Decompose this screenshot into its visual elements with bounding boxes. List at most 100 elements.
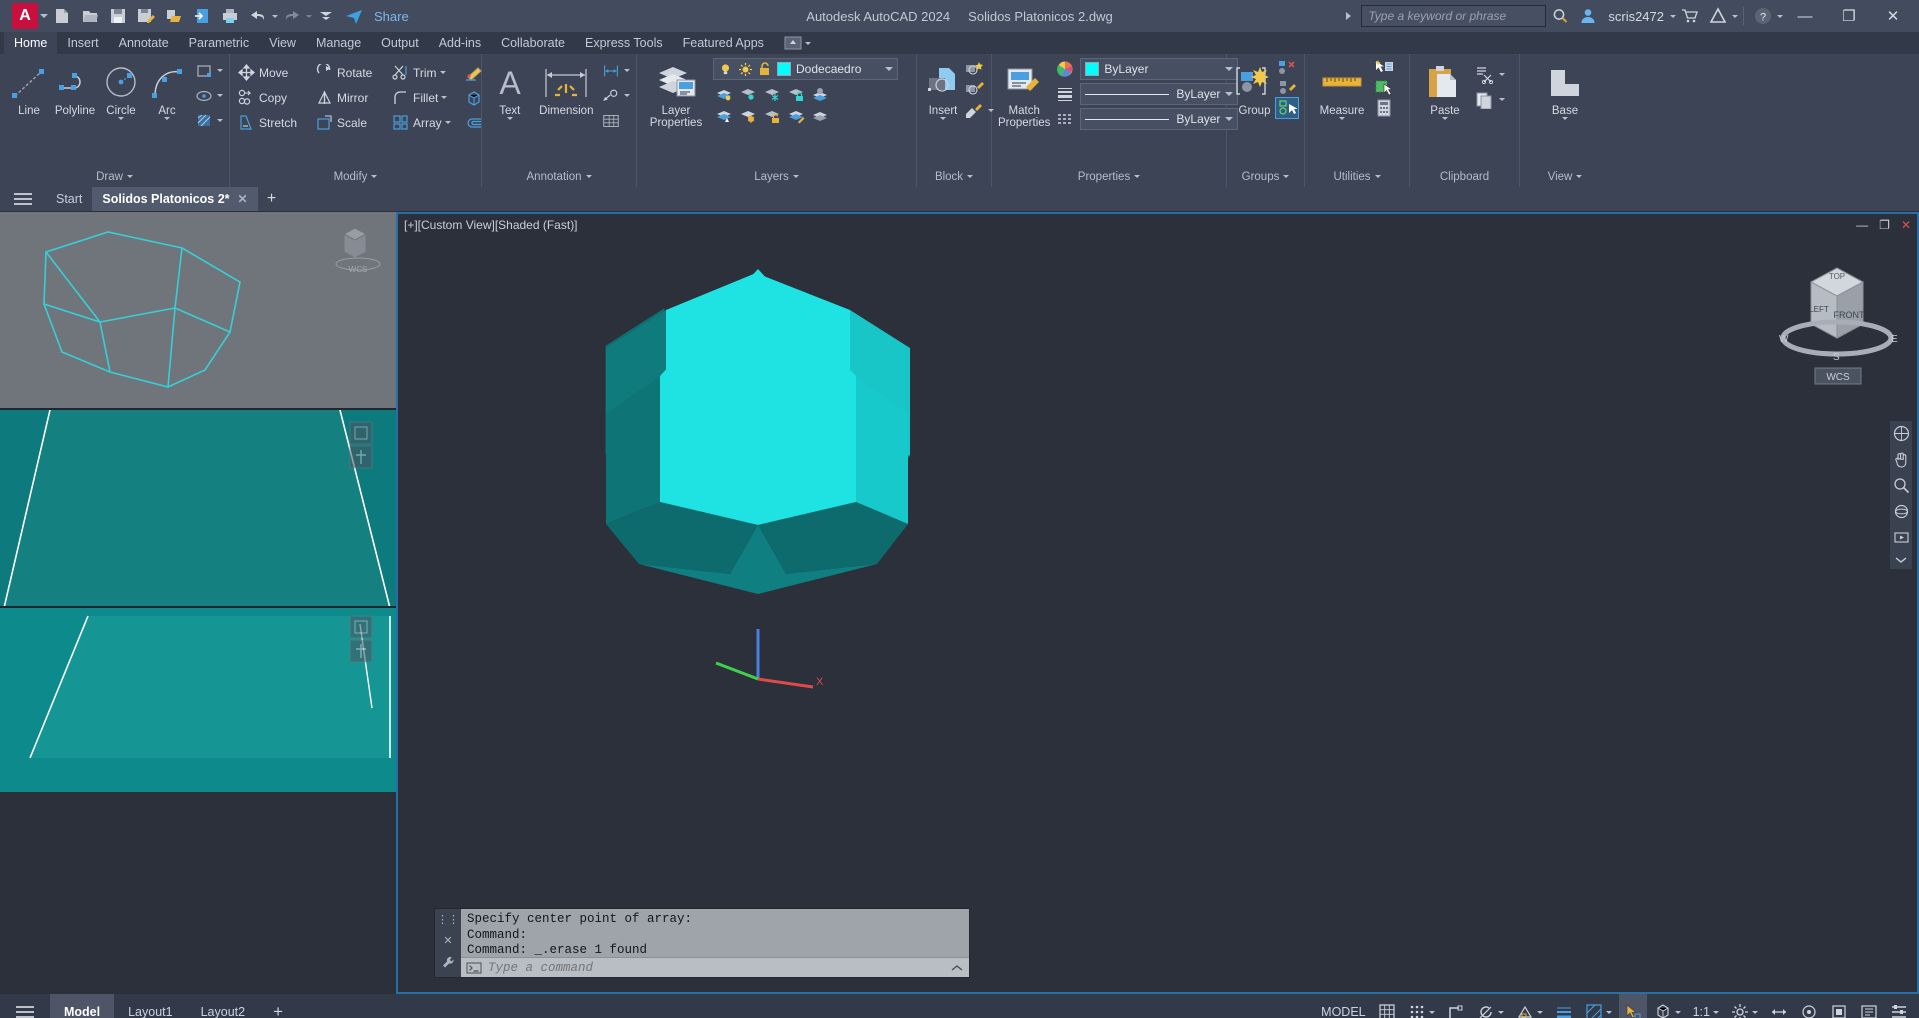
linetype-combo[interactable]: ByLayer	[1080, 108, 1239, 130]
insert-chevron-down-icon[interactable]	[940, 117, 946, 120]
linetype-icon[interactable]	[1054, 109, 1076, 129]
panel-label-properties[interactable]: Properties	[992, 166, 1226, 187]
text-chevron-down-icon[interactable]	[506, 117, 513, 120]
modify-scale-button[interactable]: Scale	[314, 110, 390, 135]
customize-qat-icon[interactable]	[313, 3, 339, 29]
draw-rectangle-button[interactable]	[194, 58, 223, 83]
arc-chevron-down-icon[interactable]	[164, 117, 170, 120]
full-navigation-wheel-icon[interactable]	[1893, 425, 1910, 442]
modify-copy-button[interactable]: Copy	[236, 85, 314, 110]
workspace-switching-icon[interactable]	[1726, 994, 1763, 1018]
paste-chevron-down-icon[interactable]	[1442, 117, 1448, 120]
modify-stretch-button[interactable]: Stretch	[236, 110, 314, 135]
cut-button[interactable]	[1474, 62, 1505, 87]
command-line[interactable]: ⋮⋮ ✕ Specify center point of array: Comm…	[434, 908, 970, 978]
redo-chevron-down-icon[interactable]	[306, 14, 312, 18]
layer-match-icon[interactable]	[785, 106, 807, 126]
viewport-face-closeup[interactable]	[0, 410, 396, 608]
application-menu-button[interactable]	[0, 187, 46, 211]
layer-chevron-down-icon[interactable]	[885, 67, 893, 71]
snap-mode-icon[interactable]	[1403, 994, 1440, 1018]
navbar-chevron-down-icon[interactable]	[1894, 555, 1908, 565]
infocenter-chevron-right-icon[interactable]	[1346, 12, 1355, 20]
layout2-tab[interactable]: Layout2	[187, 994, 259, 1018]
utilities-panel-chevron-down-icon[interactable]	[1374, 175, 1381, 178]
measure-button[interactable]: Measure	[1311, 58, 1373, 120]
polar-chevron-down-icon[interactable]	[1497, 1010, 1504, 1014]
chevron-up-icon[interactable]	[950, 963, 964, 973]
open-from-web-icon[interactable]	[161, 3, 187, 29]
cut-icon[interactable]	[1474, 65, 1496, 85]
main-viewport[interactable]: [+][Custom View][Shaded (Fast)] — ❐ ✕ X …	[396, 212, 1919, 994]
share-label[interactable]: Share	[374, 9, 409, 24]
layer-color-swatch[interactable]	[777, 62, 791, 76]
ribbon-tab-addins[interactable]: Add-ins	[429, 32, 491, 54]
annotation-text-button[interactable]: A Text	[488, 58, 532, 120]
autodesk-app-icon[interactable]	[1705, 3, 1731, 29]
undo-icon[interactable]	[245, 3, 271, 29]
hatch-chevron-down-icon[interactable]	[217, 119, 223, 122]
snap-chevron-down-icon[interactable]	[1428, 1010, 1435, 1014]
quick-select-icon[interactable]	[1373, 58, 1395, 78]
panel-label-modify[interactable]: Modify	[230, 166, 481, 187]
create-block-icon[interactable]	[963, 58, 985, 78]
ortho-mode-icon[interactable]	[1442, 994, 1470, 1018]
modify-mirror-button[interactable]: Mirror	[314, 85, 390, 110]
isolate-objects-icon[interactable]	[1795, 994, 1823, 1018]
ribbon-tab-parametric[interactable]: Parametric	[179, 32, 259, 54]
annotation-leader-button[interactable]	[601, 83, 630, 108]
leader-chevron-down-icon[interactable]	[624, 94, 630, 97]
layer-properties-button[interactable]: Layer Properties	[643, 58, 709, 129]
measure-chevron-down-icon[interactable]	[1339, 117, 1345, 120]
ribbon-tab-featured-apps[interactable]: Featured Apps	[673, 32, 774, 54]
restore-button[interactable]: ❐	[1827, 0, 1871, 32]
draw-panel-chevron-down-icon[interactable]	[126, 175, 133, 178]
showmotion-icon[interactable]	[1893, 529, 1910, 546]
ribbon-tab-home[interactable]: Home	[4, 32, 58, 54]
calculator-icon[interactable]	[1373, 98, 1395, 118]
scale-chevron-down-icon[interactable]	[1713, 1010, 1719, 1014]
ribbon-tab-express-tools[interactable]: Express Tools	[575, 32, 673, 54]
saveas-icon[interactable]	[133, 3, 159, 29]
ribbon-tab-manage[interactable]: Manage	[306, 32, 371, 54]
grid-display-icon[interactable]	[1373, 994, 1401, 1018]
annotation-scale-value[interactable]: 1:1	[1688, 994, 1724, 1018]
ribbon-tab-annotate[interactable]: Annotate	[109, 32, 179, 54]
viewcube-small[interactable]: WCS	[330, 220, 386, 276]
app-menu-chevron-down-icon[interactable]	[40, 14, 48, 18]
annotation-linear-dimension-button[interactable]	[601, 58, 630, 83]
lineweight-combo[interactable]: ByLayer	[1080, 83, 1239, 105]
edit-block-icon[interactable]	[963, 78, 985, 98]
fillet-chevron-down-icon[interactable]	[441, 96, 448, 99]
modify-explode-button[interactable]	[464, 85, 484, 110]
group-button[interactable]: Group	[1233, 58, 1276, 117]
wrench-icon[interactable]	[441, 955, 456, 970]
circle-chevron-down-icon[interactable]	[118, 117, 124, 120]
close-button[interactable]: ✕	[1871, 0, 1915, 32]
object-snap-icon[interactable]	[1511, 994, 1548, 1018]
ribbon-chevron-down-icon[interactable]	[804, 41, 811, 45]
layer-make-current-icon[interactable]	[809, 84, 831, 104]
tab-solidos-platonicos-2[interactable]: Solidos Platonicos 2* ✕	[92, 187, 258, 211]
layout1-tab[interactable]: Layout1	[114, 994, 186, 1018]
block-panel-chevron-down-icon[interactable]	[967, 175, 974, 178]
lineweight-display-icon[interactable]	[1550, 994, 1578, 1018]
search-input[interactable]: Type a keyword or phrase	[1361, 5, 1547, 27]
customization-icon[interactable]	[1885, 994, 1913, 1018]
clean-screen-icon[interactable]	[1855, 994, 1883, 1018]
base-view-button[interactable]: Base	[1536, 58, 1594, 120]
draw-hatch-button[interactable]	[194, 108, 223, 133]
3d-object-snap-icon[interactable]	[1649, 994, 1686, 1018]
layer-freeze-icon[interactable]	[761, 84, 783, 104]
paste-button[interactable]: Paste	[1416, 58, 1474, 120]
save-to-web-icon[interactable]	[189, 3, 215, 29]
layer-unlock-icon[interactable]	[761, 106, 783, 126]
panel-label-utilities[interactable]: Utilities	[1305, 166, 1409, 187]
modify-move-button[interactable]: Move	[236, 60, 314, 85]
edit-attribute-button[interactable]	[963, 98, 994, 123]
hardware-acceleration-icon[interactable]	[1825, 994, 1853, 1018]
osnap-chevron-down-icon[interactable]	[1536, 1010, 1543, 1014]
navbar-small[interactable]	[348, 420, 374, 472]
trim-chevron-down-icon[interactable]	[439, 71, 446, 74]
panel-label-groups[interactable]: Groups	[1227, 166, 1304, 187]
